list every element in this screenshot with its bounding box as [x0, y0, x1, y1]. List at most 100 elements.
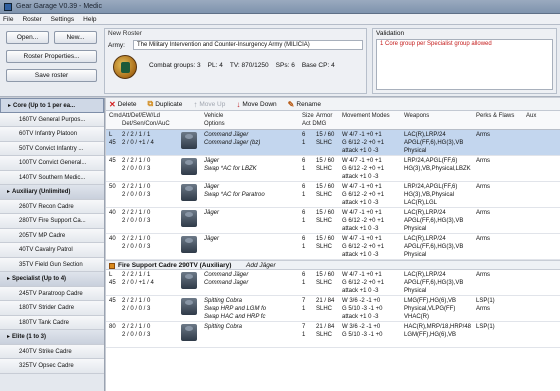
sidebar-item[interactable]: 60TV Infantry Platoon	[0, 127, 104, 142]
sidebar-item[interactable]: 325TV Opsec Cadre	[0, 359, 104, 374]
sidebar-item[interactable]: 180TV Strider Cadre	[0, 301, 104, 316]
cell-cmd: 45	[109, 298, 116, 304]
table-row[interactable]: 40 2 / 2 / 1 / 0 2 / 0 / 0 / 3 Jäger 6 1…	[106, 234, 560, 260]
col-weapons[interactable]: Weapons	[404, 113, 429, 119]
cell-armor: 15 / 60	[316, 184, 335, 190]
cell-weapons: LRP/24,APGL(FF,6)	[404, 184, 458, 190]
app-icon	[4, 2, 12, 11]
col-cmd[interactable]: Cmd	[109, 113, 122, 119]
table-row[interactable]: L 45 2 / 2 / 1 / 1 2 / 0 / +1 / 4 Comman…	[106, 270, 560, 296]
rename-icon: ✎	[287, 99, 295, 109]
cell-size: 6	[302, 132, 306, 138]
vehicle-thumbnail	[181, 324, 197, 341]
col-size[interactable]: Size	[302, 113, 314, 119]
cell-attributes-2: 2 / 0 / 0 / 3	[122, 332, 151, 338]
duplicate-label: Duplicate	[155, 100, 183, 108]
sidebar-item[interactable]: 35TV Field Gun Section	[0, 257, 104, 272]
table-row[interactable]: 45 2 / 2 / 1 / 0 2 / 0 / 0 / 3 Jäger Swa…	[106, 156, 560, 182]
col-perks[interactable]: Perks & Flaws	[476, 113, 514, 119]
roster-name: New Roster	[108, 30, 142, 37]
add-unit-link[interactable]: Add Jäger	[246, 262, 276, 269]
army-select[interactable]: The Military Intervention and Counter-In…	[133, 40, 363, 50]
cell-dmg: SLHC	[316, 140, 333, 146]
sidebar-item[interactable]: 100TV Convict General...	[0, 156, 104, 171]
cell-size: 6	[302, 272, 306, 278]
cell-weapons-2: APGL(FF,6),HG(3),VB	[404, 140, 464, 146]
col-armor[interactable]: Armor	[316, 113, 332, 119]
cell-armor: 15 / 60	[316, 272, 335, 278]
cell-movement-3: attack +1 0 -3	[342, 252, 379, 258]
col-vehicle[interactable]: Vehicle	[204, 113, 223, 119]
sidebar-header-specialist[interactable]: Specialist (Up to 4)	[0, 272, 104, 287]
sidebar-item[interactable]: 280TV Fire Support Ca...	[0, 214, 104, 229]
cell-movement-3: attack +1 0 -3	[342, 314, 379, 320]
table-row[interactable]: 40 2 / 2 / 1 / 0 2 / 0 / 0 / 3 Jäger 6 1…	[106, 208, 560, 234]
cell-options[interactable]: Swap HRP and LGM fo	[204, 306, 266, 313]
cell-armor: 21 / 84	[316, 298, 335, 304]
sidebar-item[interactable]: 160TV General Purpos...	[0, 112, 104, 127]
save-roster-button[interactable]: Save roster	[6, 69, 97, 82]
col-movement[interactable]: Movement Modes	[342, 113, 390, 119]
sidebar-header-auxiliary[interactable]: Auxiliary (Unlimited)	[0, 185, 104, 200]
menu-settings[interactable]: Settings	[51, 16, 75, 23]
roster-stats: Combat groups: 3 PL: 4 TV: 870/1250 SPs:…	[149, 62, 335, 69]
rename-button[interactable]: ✎ Rename	[288, 100, 321, 109]
col-aux[interactable]: Aux	[526, 113, 536, 119]
group-color-icon	[109, 263, 115, 269]
cell-act: 1	[302, 166, 306, 172]
cell-cmd-2: 45	[109, 140, 116, 146]
sidebar-item[interactable]: 260TV Recon Cadre	[0, 199, 104, 214]
menu-help[interactable]: Help	[83, 16, 96, 23]
move-up-button[interactable]: ↑ Move Up	[193, 100, 225, 109]
move-up-label: Move Up	[199, 100, 226, 108]
cell-weapons: HAC(R),MRP/18,HRP/48	[404, 324, 472, 330]
table-row[interactable]: 45 2 / 2 / 1 / 0 2 / 0 / 0 / 3 Spitting …	[106, 296, 560, 322]
cell-dmg: SLHC	[316, 332, 333, 338]
cell-attributes-2: 2 / 0 / 0 / 3	[122, 218, 151, 224]
cell-attributes-2: 2 / 0 / +1 / 4	[122, 140, 154, 146]
cell-movement-3: attack +1 0 -3	[342, 226, 379, 232]
table-row[interactable]: 80 2 / 2 / 1 / 0 2 / 0 / 0 / 3 Spitting …	[106, 322, 560, 348]
menu-file[interactable]: File	[3, 16, 13, 23]
menu-roster[interactable]: Roster	[22, 16, 41, 23]
cell-movement: W 4/7 -1 +0 +1	[342, 132, 382, 138]
cell-weapons: LAC(R),LRP/24	[404, 236, 446, 242]
cell-options[interactable]: Swap *AC for Paratroo	[204, 192, 265, 199]
cell-options[interactable]: Swap *AC for LBZK	[204, 166, 257, 173]
sidebar-item[interactable]: 50TV Convict Infantry ...	[0, 141, 104, 156]
table-row[interactable]: 50 2 / 2 / 1 / 0 2 / 0 / 0 / 3 Jäger Swa…	[106, 182, 560, 208]
cell-options[interactable]: Command Jager (bz)	[204, 140, 260, 147]
duplicate-button[interactable]: ⧉ Duplicate	[148, 99, 183, 109]
sidebar-item[interactable]: 40TV Cavalry Patrol	[0, 243, 104, 258]
cell-options[interactable]: Command Jager	[204, 280, 248, 287]
table-row[interactable]: L 45 2 / 2 / 1 / 1 2 / 0 / +1 / 4 Comman…	[106, 130, 560, 156]
roster-properties-button[interactable]: Roster Properties...	[6, 50, 97, 63]
sidebar-item[interactable]: 205TV MP Cadre	[0, 228, 104, 243]
sidebar-header-elite[interactable]: Elite (1 to 3)	[0, 330, 104, 345]
cell-weapons-2: HG(3),VB,Physical,LBZK	[404, 166, 471, 172]
cell-act: 1	[302, 218, 306, 224]
validation-list[interactable]: 1 Core group per Specialist group allowe…	[376, 39, 553, 90]
rename-label: Rename	[296, 100, 321, 108]
cell-attributes-2: 2 / 0 / 0 / 3	[122, 166, 151, 172]
sidebar-header-core[interactable]: Core (Up to 1 per ea...	[0, 98, 104, 113]
cell-perks: Arms	[476, 236, 490, 242]
new-button[interactable]: New...	[54, 31, 97, 44]
sidebar-item[interactable]: 245TV Paratroop Cadre	[0, 286, 104, 301]
cell-act: 1	[302, 332, 306, 338]
sidebar-item[interactable]: 140TV Southern Medic...	[0, 170, 104, 185]
cell-size: 6	[302, 210, 306, 216]
top-panel: Open... New... Roster Properties... Save…	[0, 25, 560, 97]
cell-options-2[interactable]: Swap HAC and HRP fc	[204, 314, 265, 321]
combat-group-name: Fire Support Cadre 290TV (Auxiliary)	[118, 262, 232, 269]
cell-movement: W 3/6 -2 -1 +0	[342, 298, 381, 304]
delete-button[interactable]: ✕ Delete	[109, 100, 137, 109]
cell-weapons-3: VHAC(R)	[404, 314, 429, 320]
sidebar-item[interactable]: 180TV Tank Cadre	[0, 315, 104, 330]
open-button[interactable]: Open...	[6, 31, 49, 44]
move-down-button[interactable]: ↓ Move Down	[236, 100, 276, 109]
col-attributes[interactable]: Att/Def/EW/Ld	[122, 113, 160, 119]
sidebar-item[interactable]: 240TV Strike Cadre	[0, 344, 104, 359]
group-sidebar: Core (Up to 1 per ea... 160TV General Pu…	[0, 98, 105, 391]
combat-group-header[interactable]: Fire Support Cadre 290TV (Auxiliary) Add…	[106, 260, 560, 270]
